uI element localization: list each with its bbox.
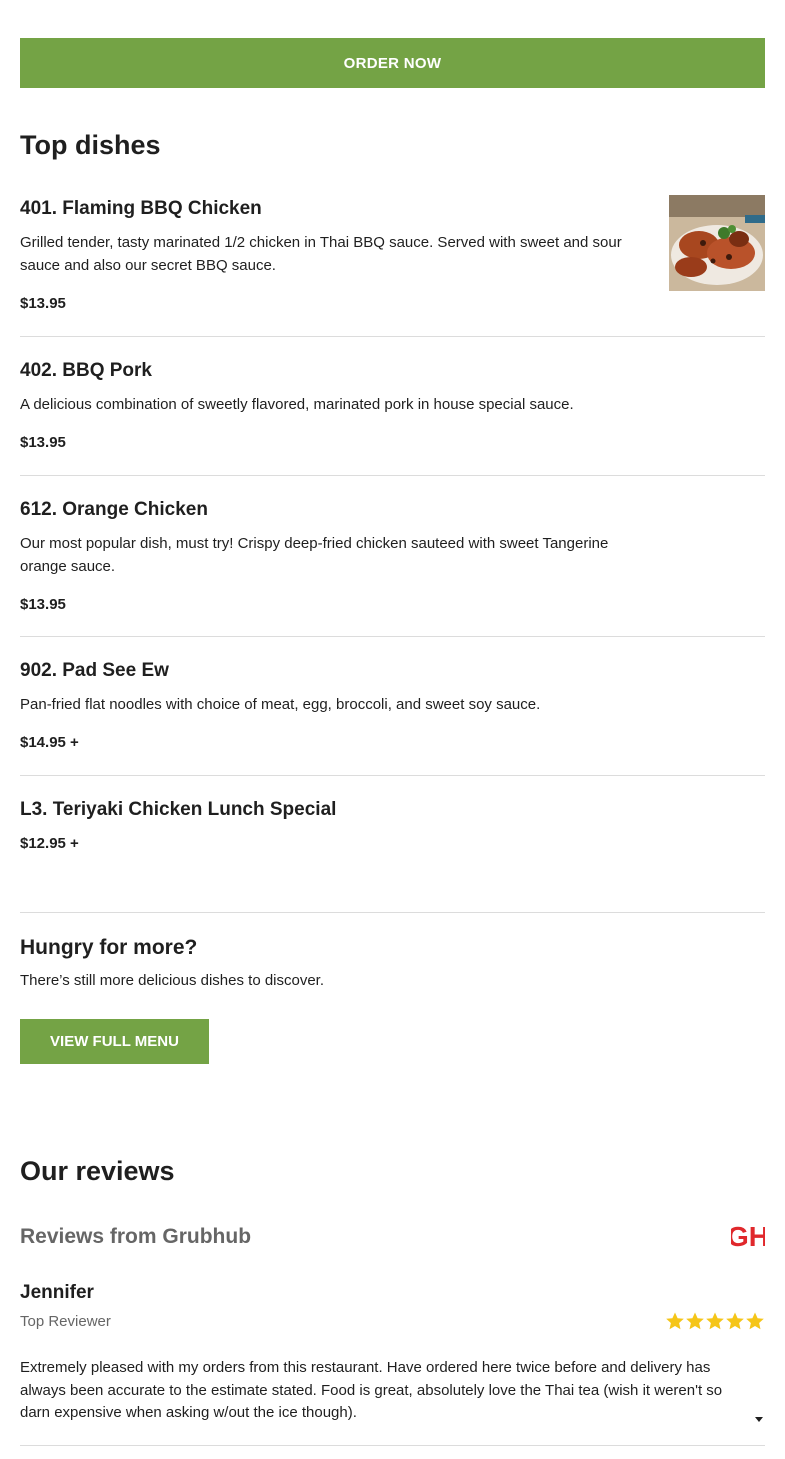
divider xyxy=(20,1445,765,1446)
dish-item[interactable]: 902. Pad See Ew Pan-fried flat noodles w… xyxy=(20,657,765,776)
dish-price: $13.95 xyxy=(20,434,66,451)
dish-item[interactable]: 612. Orange Chicken Our most popular dis… xyxy=(20,496,765,637)
star-icon xyxy=(746,1312,764,1330)
hungry-text: There’s still more delicious dishes to d… xyxy=(20,972,325,989)
dish-photo[interactable] xyxy=(669,195,765,291)
hungry-title: Hungry for more? xyxy=(20,936,198,959)
reviews-source-label: Reviews from Grubhub xyxy=(20,1225,252,1248)
dish-item[interactable]: 402. BBQ Pork A delicious combination of… xyxy=(20,357,765,476)
star-icon xyxy=(726,1312,744,1330)
dish-description: Grilled tender, tasty marinated 1/2 chic… xyxy=(20,234,622,274)
reviewer-role: Top Reviewer xyxy=(20,1313,111,1330)
star-rating xyxy=(665,1311,765,1331)
grubhub-logo: GH xyxy=(727,1220,769,1252)
order-now-button[interactable]: ORDER NOW xyxy=(20,38,765,88)
dish-name: 402. BBQ Pork xyxy=(20,360,152,381)
dish-name: 401. Flaming BBQ Chicken xyxy=(20,198,262,219)
dish-description: Pan-fried flat noodles with choice of me… xyxy=(20,696,541,713)
reviewer-name: Jennifer xyxy=(20,1282,94,1303)
top-dishes-title: Top dishes xyxy=(20,130,161,160)
star-icon xyxy=(706,1312,724,1330)
dish-description: Our most popular dish, must try! Crispy … xyxy=(20,535,609,575)
grubhub-logo-text: GH xyxy=(731,1221,765,1250)
reviews-title: Our reviews xyxy=(20,1156,175,1186)
dish-description: A delicious combination of sweetly flavo… xyxy=(20,396,574,413)
dish-name: L3. Teriyaki Chicken Lunch Special xyxy=(20,799,337,820)
dish-item[interactable]: 401. Flaming BBQ Chicken Grilled tender,… xyxy=(20,195,765,337)
star-icon xyxy=(686,1312,704,1330)
dish-price: $13.95 xyxy=(20,596,66,613)
chevron-down-icon[interactable] xyxy=(753,1411,765,1422)
dish-name: 612. Orange Chicken xyxy=(20,499,208,520)
dish-price: $13.95 xyxy=(20,295,66,312)
dish-price: $14.95 + xyxy=(20,734,79,751)
view-full-menu-button[interactable]: VIEW FULL MENU xyxy=(20,1019,209,1064)
star-icon xyxy=(666,1312,684,1330)
dish-item[interactable]: L3. Teriyaki Chicken Lunch Special $12.9… xyxy=(20,796,765,913)
review-text: Extremely pleased with my orders from th… xyxy=(20,1359,723,1421)
dish-name: 902. Pad See Ew xyxy=(20,660,169,681)
dish-price: $12.95 + xyxy=(20,835,79,852)
